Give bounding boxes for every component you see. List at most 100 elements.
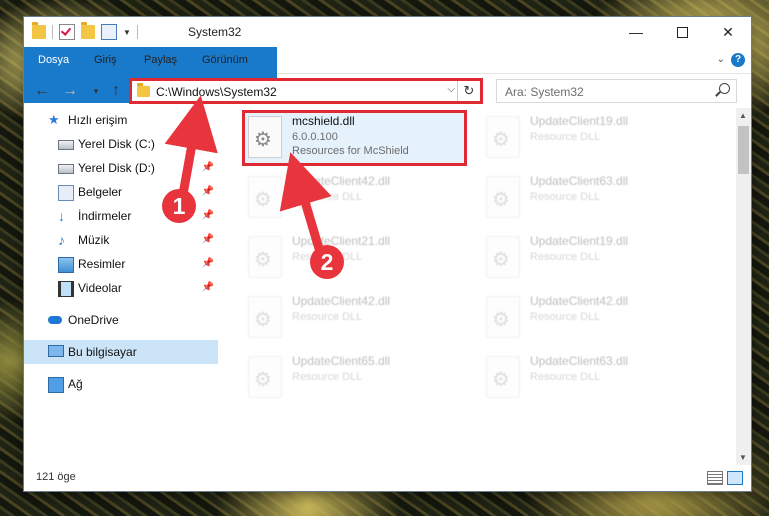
file-item[interactable]: UpdateClient42.dll Resource DLL: [242, 290, 467, 346]
pin-icon: 📌: [201, 138, 214, 149]
file-description: Resource DLL: [530, 251, 601, 263]
scrollbar-thumb[interactable]: [738, 126, 749, 174]
navigation-bar: ← → ▾ ↑ C:\Windows\System32 ⌵ ↻ Ara: Sys…: [24, 74, 751, 108]
file-item-mcshield[interactable]: mcshield.dll 6.0.0.100 Resources for McS…: [242, 110, 467, 166]
tab-home[interactable]: Giriş: [82, 47, 129, 73]
nav-item-music[interactable]: ♪ Müzik 📌: [24, 228, 218, 252]
toolbar-separator: [136, 25, 138, 39]
nav-item-local-disk-c[interactable]: Yerel Disk (C:) 📌: [24, 132, 218, 156]
minimize-button[interactable]: —: [613, 17, 659, 47]
toolbar-separator: [52, 25, 53, 39]
dll-file-icon: [486, 116, 520, 158]
nav-item-label: Ağ: [68, 377, 83, 391]
recent-locations-button[interactable]: ▾: [86, 81, 106, 101]
pin-icon: 📌: [201, 234, 214, 245]
folder-icon[interactable]: [32, 22, 46, 39]
dll-file-icon: [486, 236, 520, 278]
file-name: mcshield.dll: [292, 114, 355, 128]
file-item[interactable]: UpdateClient42.dll Resource DLL: [242, 170, 467, 226]
nav-item-quick-access[interactable]: ★ Hızlı erişim: [24, 108, 218, 132]
large-icons-view-icon[interactable]: [727, 471, 743, 485]
file-description: Resource DLL: [530, 311, 601, 323]
new-folder-icon[interactable]: [81, 22, 95, 39]
file-name: UpdateClient42.dll: [530, 294, 629, 308]
file-version: 6.0.0.100: [292, 131, 338, 143]
navigation-pane: ★ Hızlı erişim Yerel Disk (C:) 📌 Yerel D…: [24, 108, 218, 465]
file-item[interactable]: UpdateClient65.dll Resource DLL: [242, 350, 467, 406]
file-item[interactable]: UpdateClient19.dll Resource DLL: [480, 230, 705, 286]
file-description: Resource DLL: [292, 191, 363, 203]
dll-file-icon: [248, 356, 282, 398]
nav-item-label: Hızlı erişim: [68, 113, 128, 127]
nav-item-this-pc[interactable]: Bu bilgisayar: [24, 340, 218, 364]
file-item[interactable]: UpdateClient21.dll Resource DLL: [242, 230, 467, 286]
pictures-icon: [58, 257, 74, 273]
nav-item-label: Belgeler: [78, 185, 123, 199]
music-icon: ♪: [58, 232, 65, 248]
nav-item-network[interactable]: Ağ: [24, 372, 218, 396]
refresh-button[interactable]: ↻: [457, 81, 480, 101]
tab-view[interactable]: Görünüm: [190, 47, 260, 73]
dll-file-icon: [486, 356, 520, 398]
file-name: UpdateClient63.dll: [530, 354, 629, 368]
cloud-icon: [48, 316, 62, 324]
explorer-window: ▼ System32 — ✕ Dosya Giriş Paylaş Görünü…: [24, 17, 751, 491]
file-description: Resources for McShield: [292, 145, 409, 157]
maximize-button[interactable]: [659, 17, 705, 47]
file-item[interactable]: UpdateClient63.dll Resource DLL: [480, 350, 705, 406]
scroll-down-icon[interactable]: ▼: [739, 453, 747, 462]
folder-icon: [137, 83, 150, 97]
help-icon[interactable]: ?: [731, 53, 745, 67]
chevron-down-icon[interactable]: ▼: [123, 28, 131, 37]
documents-icon: [58, 185, 74, 201]
pin-icon: 📌: [201, 162, 214, 173]
dll-file-icon: [248, 236, 282, 278]
nav-item-videos[interactable]: Videolar 📌: [24, 276, 218, 300]
drive-icon: [58, 164, 74, 174]
chevron-down-icon[interactable]: ⌵: [447, 84, 455, 95]
details-view-icon[interactable]: [707, 471, 723, 485]
nav-item-label: İndirmeler: [78, 209, 132, 223]
tab-share[interactable]: Paylaş: [132, 47, 189, 73]
file-name: UpdateClient42.dll: [292, 294, 391, 308]
file-item[interactable]: UpdateClient19.dll Resource DLL: [480, 110, 705, 166]
file-item[interactable]: UpdateClient42.dll Resource DLL: [480, 290, 705, 346]
network-icon: [48, 377, 64, 393]
nav-item-label: Müzik: [78, 233, 110, 247]
address-bar[interactable]: C:\Windows\System32 ⌵ ↻: [129, 78, 483, 104]
item-count: 121 öge: [36, 471, 76, 483]
search-placeholder: Ara: System32: [505, 85, 584, 99]
file-description: Resource DLL: [292, 251, 363, 263]
pin-icon: 📌: [201, 210, 214, 221]
dll-file-icon: [248, 116, 282, 158]
forward-button[interactable]: →: [60, 81, 80, 101]
file-name: UpdateClient42.dll: [292, 174, 391, 188]
close-button[interactable]: ✕: [705, 17, 751, 47]
nav-item-label: OneDrive: [68, 313, 119, 327]
nav-item-local-disk-d[interactable]: Yerel Disk (D:) 📌: [24, 156, 218, 180]
dll-file-icon: [486, 176, 520, 218]
nav-item-onedrive[interactable]: OneDrive: [24, 308, 218, 332]
up-button[interactable]: ↑: [106, 81, 126, 101]
search-icon: [719, 83, 730, 94]
nav-item-downloads[interactable]: ↓ İndirmeler 📌: [24, 204, 218, 228]
ribbon-tabs: Dosya Giriş Paylaş Görünüm ⌄ ?: [24, 47, 751, 103]
properties-check-icon[interactable]: [59, 24, 75, 40]
nav-item-label: Videolar: [78, 281, 122, 295]
vertical-scrollbar[interactable]: ▲ ▼: [736, 108, 751, 465]
nav-item-documents[interactable]: Belgeler 📌: [24, 180, 218, 204]
file-name: UpdateClient65.dll: [292, 354, 391, 368]
file-name: UpdateClient63.dll: [530, 174, 629, 188]
back-button[interactable]: ←: [32, 81, 52, 101]
customize-icon[interactable]: [101, 24, 117, 40]
search-input[interactable]: Ara: System32: [496, 79, 737, 103]
scroll-up-icon[interactable]: ▲: [739, 111, 747, 120]
expand-ribbon-icon[interactable]: ⌄: [717, 54, 725, 65]
downloads-icon: ↓: [58, 208, 65, 224]
maximize-icon: [676, 26, 688, 38]
file-list: mcshield.dll 6.0.0.100 Resources for McS…: [236, 108, 736, 465]
title-bar: ▼ System32 — ✕: [24, 17, 751, 47]
nav-item-label: Yerel Disk (C:): [78, 137, 155, 151]
nav-item-pictures[interactable]: Resimler 📌: [24, 252, 218, 276]
file-item[interactable]: UpdateClient63.dll Resource DLL: [480, 170, 705, 226]
